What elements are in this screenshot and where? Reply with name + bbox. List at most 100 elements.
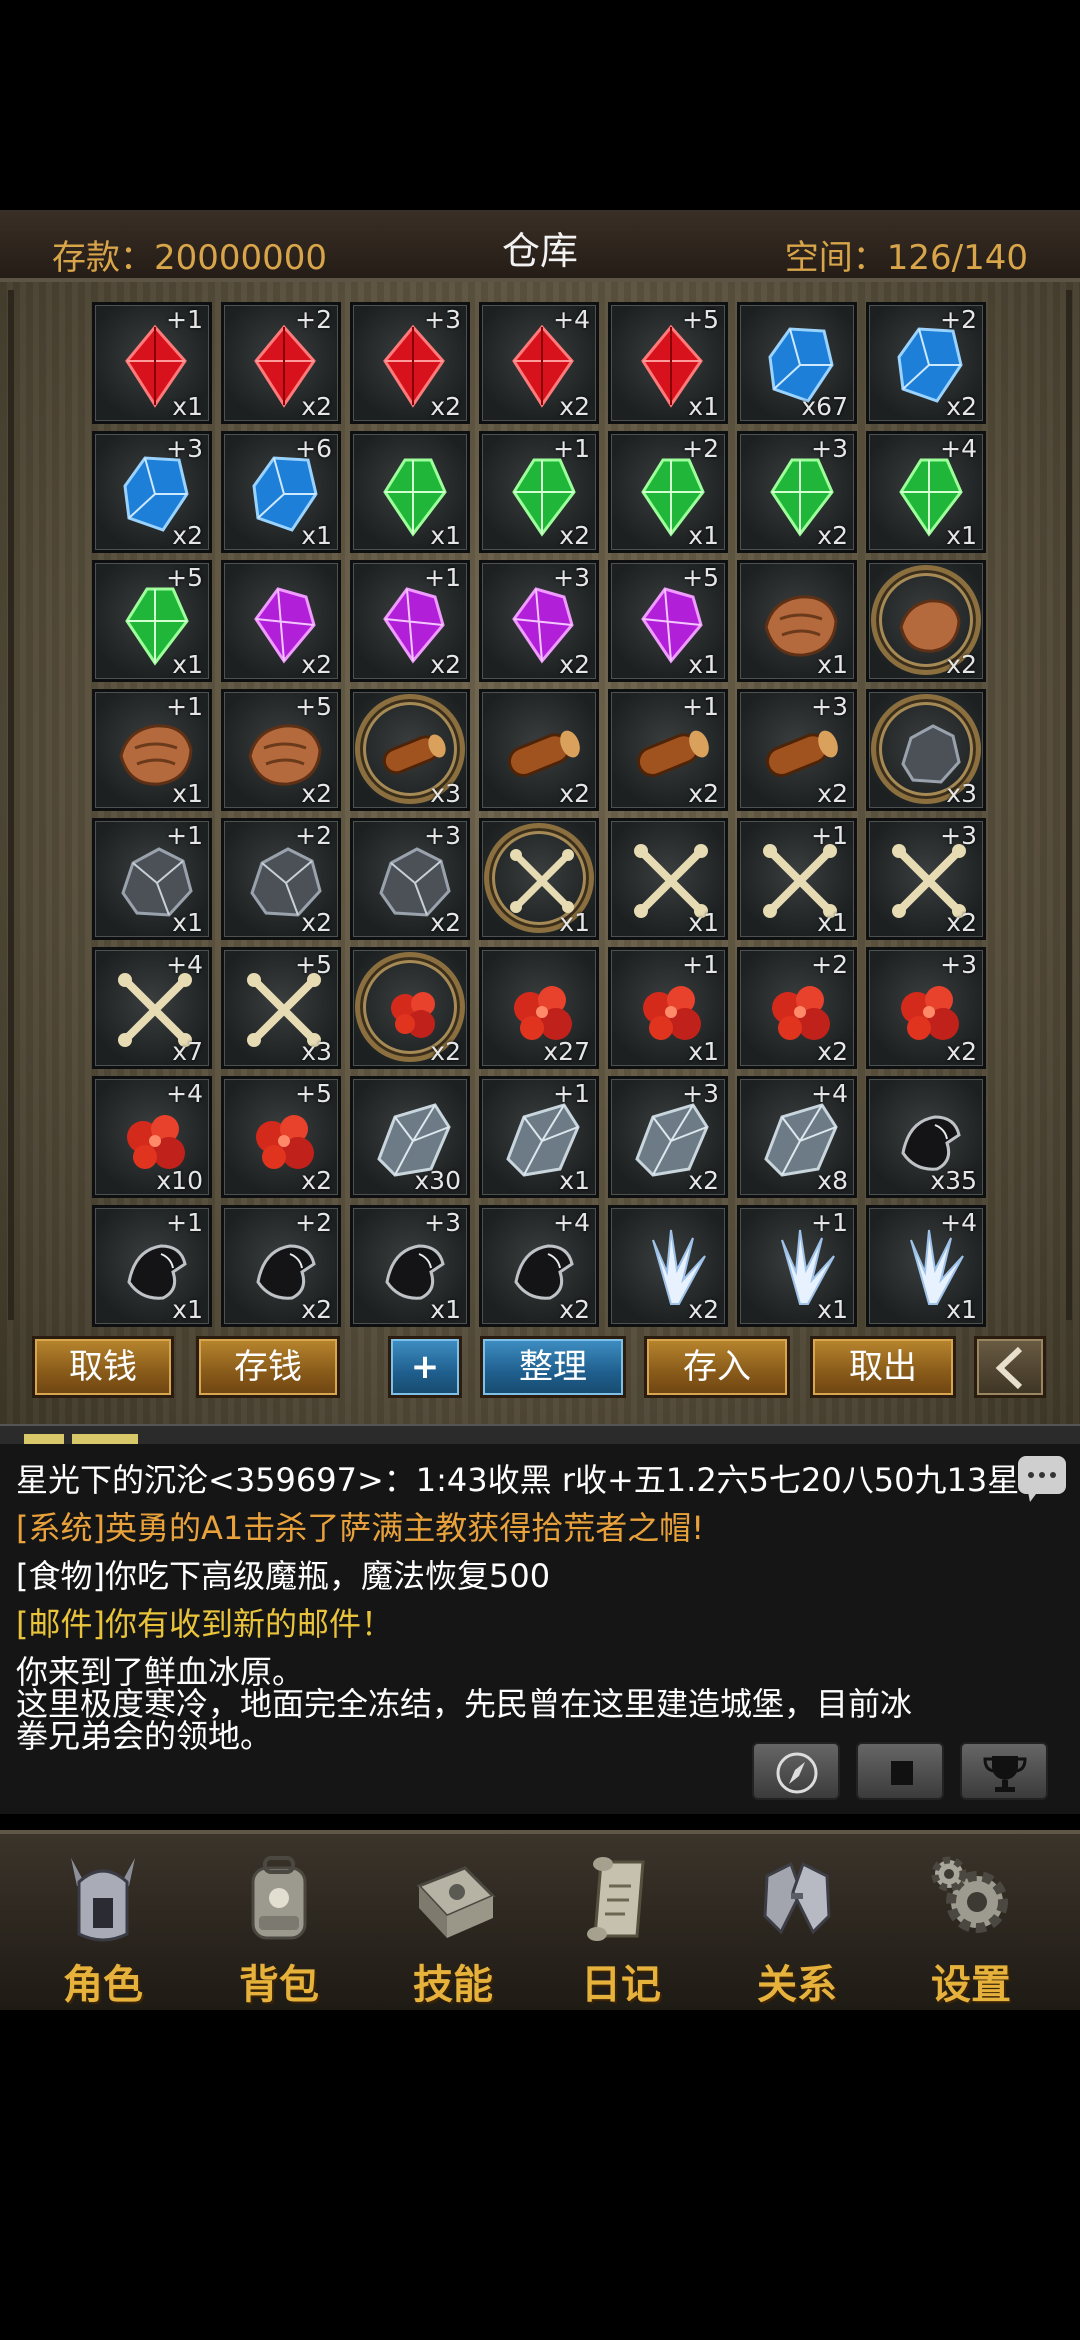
storage-slot[interactable]: x2 [608,1205,728,1327]
nav-skills[interactable]: 技能 [378,1834,528,2014]
storage-slot[interactable]: +1 x1 [92,689,212,811]
item-count: x2 [946,908,977,937]
item-count: x1 [430,521,461,550]
item-level: +3 [811,434,848,463]
item-level: +6 [295,434,332,463]
deposit-money-button[interactable]: 存钱 [196,1336,340,1398]
item-count: x2 [301,650,332,679]
storage-slot[interactable]: +4 x7 [92,947,212,1069]
nav-relations[interactable]: 关系 [722,1834,872,2014]
item-count: x1 [688,1037,719,1066]
item-count: x1 [946,521,977,550]
storage-slot[interactable]: x1 [737,560,857,682]
storage-slot[interactable]: +1 x2 [350,560,470,682]
nav-character-label: 角色 [63,1962,143,2008]
storage-slot[interactable]: +3 x2 [479,560,599,682]
spellbook-icon [416,1866,496,1938]
expand-space-button[interactable]: + [388,1336,462,1398]
storage-slot[interactable]: x1 [608,818,728,940]
storage-slot[interactable]: +5 x2 [221,1076,341,1198]
storage-slot[interactable]: +2 x2 [866,302,986,424]
storage-slot[interactable]: x3 [866,689,986,811]
withdraw-money-button[interactable]: 取钱 [32,1336,174,1398]
map-button[interactable] [856,1742,944,1800]
nav-diary[interactable]: 日记 [546,1834,696,2014]
nav-character[interactable]: 角色 [28,1834,178,2014]
storage-slot[interactable]: +1 x1 [737,818,857,940]
storage-slot[interactable]: +3 x2 [350,302,470,424]
store-button[interactable]: 存入 [644,1336,790,1398]
item-count: x2 [559,521,590,550]
item-count: x1 [817,1295,848,1324]
storage-slot[interactable]: +5 x2 [221,689,341,811]
storage-slot[interactable]: +1 x1 [479,1076,599,1198]
storage-slot[interactable]: +1 x1 [608,947,728,1069]
storage-slot[interactable]: +2 x1 [608,431,728,553]
storage-slot[interactable]: +4 x2 [479,302,599,424]
item-count: x2 [817,779,848,808]
storage-slot[interactable]: +3 x2 [92,431,212,553]
scroll-icon [587,1857,645,1941]
storage-slot[interactable]: +3 x2 [608,1076,728,1198]
item-count: x1 [172,908,203,937]
item-level: +2 [295,821,332,850]
storage-slot[interactable]: x1 [479,818,599,940]
storage-slot[interactable]: +3 x2 [866,947,986,1069]
storage-slot[interactable]: +2 x2 [221,302,341,424]
storage-slot[interactable]: +4 x1 [866,1205,986,1327]
storage-slot[interactable]: +5 x1 [92,560,212,682]
take-out-button[interactable]: 取出 [810,1336,956,1398]
storage-slot[interactable]: x3 [350,689,470,811]
storage-slot[interactable]: +1 x2 [608,689,728,811]
item-count: x1 [172,392,203,421]
storage-slot[interactable]: x2 [350,947,470,1069]
storage-slot[interactable]: x35 [866,1076,986,1198]
storage-slot[interactable]: x30 [350,1076,470,1198]
map-icon [891,1761,913,1785]
achievement-button[interactable] [960,1742,1048,1800]
chat-line-system: [系统]英勇的A1击杀了萨满主教获得拾荒者之帽! [16,1509,705,1547]
storage-slot[interactable]: +1 x2 [479,431,599,553]
storage-slot[interactable]: +4 x10 [92,1076,212,1198]
storage-slot[interactable]: +1 x1 [92,302,212,424]
item-level: +4 [166,950,203,979]
storage-slot[interactable]: +1 x1 [92,1205,212,1327]
storage-slot[interactable]: x67 [737,302,857,424]
storage-slot[interactable]: +3 x2 [737,431,857,553]
storage-slot[interactable]: +5 x1 [608,302,728,424]
item-count: x1 [559,908,590,937]
nav-bag[interactable]: 背包 [204,1834,354,2014]
storage-slot[interactable]: +5 x3 [221,947,341,1069]
storage-slot[interactable]: +1 x1 [92,818,212,940]
storage-slot[interactable]: +4 x2 [479,1205,599,1327]
storage-slot[interactable]: +3 x1 [350,1205,470,1327]
storage-slot[interactable]: x27 [479,947,599,1069]
storage-slot[interactable]: x1 [350,431,470,553]
storage-slot[interactable]: +3 x2 [737,689,857,811]
storage-slot[interactable]: x2 [479,689,599,811]
item-level: +3 [682,1079,719,1108]
item-count: x2 [559,1295,590,1324]
collapse-button[interactable] [974,1336,1046,1398]
item-level: +5 [682,563,719,592]
storage-slot[interactable]: x2 [221,560,341,682]
item-level: +2 [682,434,719,463]
item-level: +2 [295,1208,332,1237]
storage-slot[interactable]: +2 x2 [221,1205,341,1327]
chat-line-description-2: 拳兄弟会的领地。 [16,1717,273,1755]
storage-slot[interactable]: +2 x2 [737,947,857,1069]
storage-slot[interactable]: +1 x1 [737,1205,857,1327]
storage-slot[interactable]: +4 x1 [866,431,986,553]
item-count: x2 [688,1166,719,1195]
nav-settings[interactable]: 设置 [896,1834,1046,2014]
storage-slot[interactable]: +3 x2 [350,818,470,940]
storage-slot[interactable]: +2 x2 [221,818,341,940]
storage-slot[interactable]: +4 x8 [737,1076,857,1198]
storage-slot[interactable]: x2 [866,560,986,682]
chat-bubble-icon[interactable] [1018,1456,1066,1502]
storage-slot[interactable]: +6 x1 [221,431,341,553]
sort-button[interactable]: 整理 [480,1336,626,1398]
storage-slot[interactable]: +5 x1 [608,560,728,682]
storage-slot[interactable]: +3 x2 [866,818,986,940]
compass-button[interactable] [752,1742,840,1800]
